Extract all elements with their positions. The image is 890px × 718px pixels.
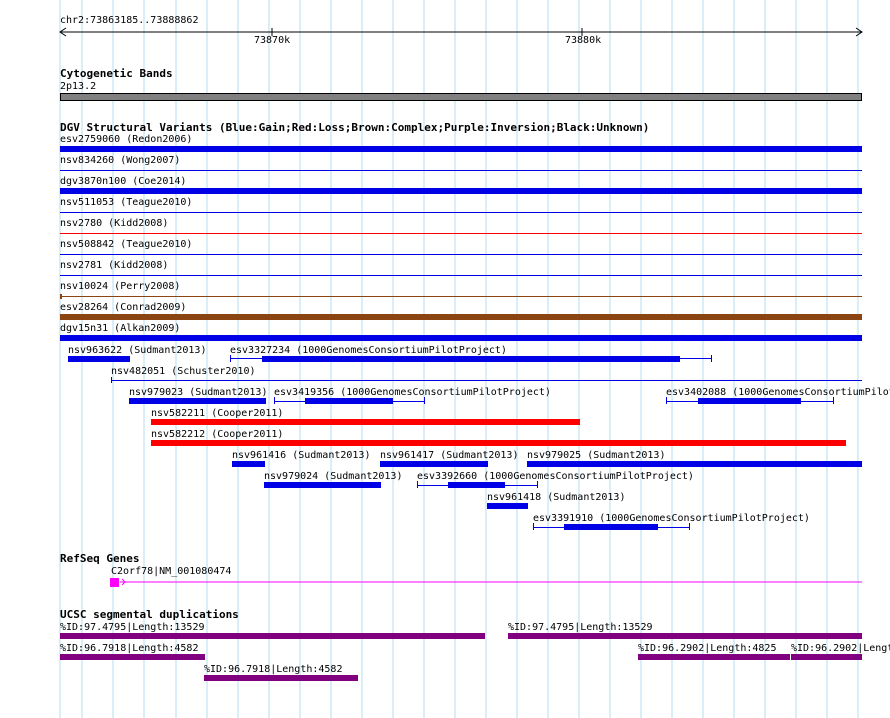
dgv-feature-bar[interactable] [564, 524, 658, 530]
dgv-feature-label: esv2759060 (Redon2006) [60, 134, 193, 145]
dgv-feature-bar[interactable] [448, 482, 505, 488]
dgv-feature-bar[interactable] [487, 503, 528, 509]
dgv-feature-end-marker [833, 397, 834, 404]
dgv-feature-label: nsv582212 (Cooper2011) [151, 429, 284, 440]
dgv-feature-bar[interactable] [380, 461, 488, 467]
dgv-feature-end-marker [533, 523, 534, 530]
dgv-feature-bar[interactable] [262, 356, 680, 362]
track-title-refseq[interactable]: RefSeq Genes [60, 553, 139, 565]
segdup-bar[interactable] [60, 654, 205, 660]
dgv-feature-end-marker [666, 397, 667, 404]
dgv-feature-label: esv28264 (Conrad2009) [60, 302, 187, 313]
dgv-feature-label: nsv961418 (Sudmant2013) [487, 492, 626, 503]
cytoband-bar[interactable] [60, 93, 862, 101]
dgv-feature-bar[interactable] [60, 233, 862, 234]
ruler-scale[interactable] [58, 26, 866, 38]
dgv-feature-label: nsv482051 (Schuster2010) [111, 366, 256, 377]
dgv-feature-bar[interactable] [264, 482, 381, 488]
dgv-feature-label: nsv582211 (Cooper2011) [151, 408, 284, 419]
dgv-feature-label: esv3402088 (1000GenomesConsortiumPilotPr… [666, 387, 890, 398]
track-title-segdups[interactable]: UCSC segmental duplications [60, 609, 239, 621]
segdup-label: %ID:96.7918|Length:4582 [60, 643, 199, 654]
dgv-feature-bar[interactable] [60, 212, 862, 213]
segdup-label: %ID:97.4795|Length:13529 [508, 622, 653, 633]
dgv-feature-bar[interactable] [698, 398, 801, 404]
dgv-feature-bar[interactable] [60, 335, 862, 341]
dgv-feature-label: nsv961417 (Sudmant2013) [380, 450, 519, 461]
dgv-feature-bar[interactable] [129, 398, 266, 404]
dgv-feature-bar[interactable] [60, 188, 862, 194]
track-title-cytobands[interactable]: Cytogenetic Bands [60, 68, 173, 80]
dgv-feature-end-marker [711, 355, 712, 362]
gene-model[interactable] [110, 576, 862, 588]
dgv-feature-label: nsv961416 (Sudmant2013) [232, 450, 371, 461]
dgv-feature-label: dgv15n31 (Alkan2009) [60, 323, 181, 334]
dgv-feature-bar[interactable] [60, 170, 862, 171]
dgv-feature-bar[interactable] [527, 461, 862, 467]
ruler-tick-label: 73880k [565, 35, 602, 46]
dgv-feature-label: nsv979024 (Sudmant2013) [264, 471, 403, 482]
segdup-bar[interactable] [60, 633, 485, 639]
dgv-feature-bar[interactable] [60, 314, 862, 320]
dgv-feature-bar[interactable] [151, 419, 580, 425]
ruler-tick-label: 73870k [254, 35, 291, 46]
position-label: chr2:73863185..73888862 [60, 15, 199, 26]
dgv-feature-label: esv3327234 (1000GenomesConsortiumPilotPr… [230, 345, 507, 356]
dgv-feature-end-marker [417, 481, 418, 488]
dgv-feature-end-marker [60, 294, 62, 299]
dgv-feature-bar[interactable] [60, 275, 862, 276]
dgv-feature-bar[interactable] [60, 146, 862, 152]
dgv-feature-end-marker [424, 397, 425, 404]
dgv-feature-label: nsv10024 (Perry2008) [60, 281, 181, 292]
dgv-feature-label: nsv2780 (Kidd2008) [60, 218, 169, 229]
cytoband-label: 2p13.2 [60, 81, 97, 92]
segdup-bar[interactable] [508, 633, 862, 639]
dgv-feature-label: nsv2781 (Kidd2008) [60, 260, 169, 271]
segdup-bar[interactable] [791, 654, 862, 660]
dgv-feature-bar[interactable] [151, 440, 846, 446]
dgv-feature-end-marker [537, 481, 538, 488]
segdup-bar[interactable] [638, 654, 790, 660]
segdup-label: %ID:96.2902|Length:4825 [791, 643, 890, 654]
dgv-feature-bar[interactable] [305, 398, 393, 404]
dgv-feature-label: nsv511053 (Teague2010) [60, 197, 193, 208]
dgv-feature-bar[interactable] [111, 380, 862, 381]
dgv-feature-label: dgv3870n100 (Coe2014) [60, 176, 187, 187]
dgv-feature-label: nsv508842 (Teague2010) [60, 239, 193, 250]
dgv-feature-end-marker [230, 355, 231, 362]
dgv-feature-end-marker [689, 523, 690, 530]
dgv-feature-bar[interactable] [60, 296, 862, 297]
segdup-label: %ID:97.4795|Length:13529 [60, 622, 205, 633]
dgv-feature-label: esv3419356 (1000GenomesConsortiumPilotPr… [274, 387, 551, 398]
dgv-feature-label: nsv979023 (Sudmant2013) [129, 387, 268, 398]
dgv-feature-label: nsv979025 (Sudmant2013) [527, 450, 666, 461]
track-title-dgv[interactable]: DGV Structural Variants (Blue:Gain;Red:L… [60, 122, 649, 134]
dgv-feature-label: esv3392660 (1000GenomesConsortiumPilotPr… [417, 471, 694, 482]
dgv-feature-end-marker [274, 397, 275, 404]
segdup-bar[interactable] [204, 675, 358, 681]
dgv-feature-bar[interactable] [68, 356, 130, 362]
dgv-feature-label: nsv963622 (Sudmant2013) [68, 345, 207, 356]
segdup-label: %ID:96.7918|Length:4582 [204, 664, 343, 675]
dgv-feature-bar[interactable] [60, 254, 862, 255]
dgv-feature-bar[interactable] [232, 461, 265, 467]
segdup-label: %ID:96.2902|Length:4825 [638, 643, 777, 654]
dgv-feature-label: nsv834260 (Wong2007) [60, 155, 181, 166]
dgv-feature-label: esv3391910 (1000GenomesConsortiumPilotPr… [533, 513, 810, 524]
dgv-feature-end-marker [111, 377, 112, 383]
genome-browser: chr2:73863185..73888862 73870k 73880k Cy… [0, 0, 890, 718]
